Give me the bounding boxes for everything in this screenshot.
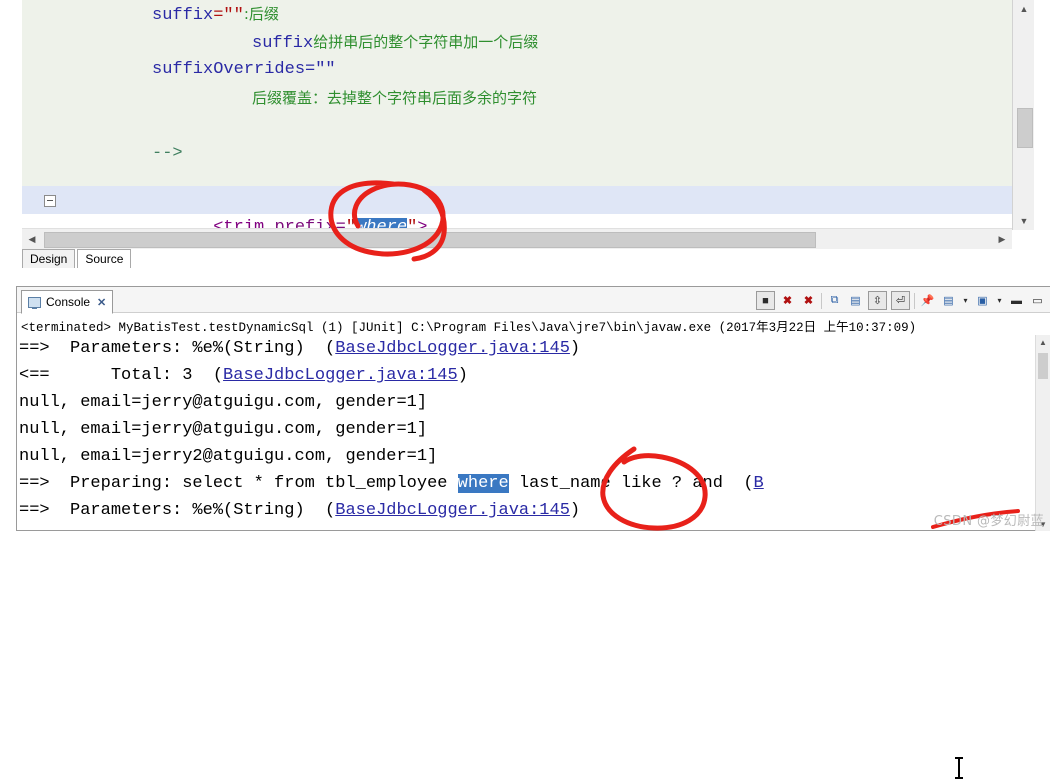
console-line: null, email=jerry2@atguigu.com, gender=1…	[19, 443, 1037, 470]
code-token: -->	[152, 144, 183, 163]
stack-trace-link[interactable]: BaseJdbcLogger.java:145	[223, 366, 458, 385]
scroll-up-icon[interactable]: ▲	[1013, 0, 1035, 18]
pin-console-icon[interactable]: 📌	[919, 292, 936, 309]
console-output[interactable]: ==> Parameters: %e%(String) (BaseJdbcLog…	[17, 335, 1037, 531]
console-line: <== Total: 3 (BaseJdbcLogger.java:145)	[19, 362, 1037, 389]
editor-page-tabs[interactable]: Design Source	[22, 248, 133, 268]
console-text: (	[722, 474, 754, 493]
editor-right-edge	[1034, 0, 1050, 268]
code-line: -->	[22, 140, 1012, 168]
code-token: :后缀	[243, 5, 279, 23]
code-token: suffix	[252, 34, 314, 53]
code-line: suffix="":后缀	[22, 0, 1012, 28]
toolbar-separator	[821, 292, 822, 309]
eclipse-window: suffix="":后缀 suffix给拼串后的整个字符串加一个后缀 suffixO…	[0, 0, 1050, 779]
console-line: null, email=jerry@atguigu.com, gender=1]	[19, 389, 1037, 416]
code-token: suffix	[152, 6, 214, 25]
console-line: null, email=jerry@atguigu.com, gender=1]	[19, 416, 1037, 443]
tab-design[interactable]: Design	[22, 249, 76, 268]
maximize-icon[interactable]: ▭	[1029, 292, 1046, 309]
console-line: ==> Preparing: select * from tbl_employe…	[19, 470, 1037, 497]
tab-source[interactable]: Source	[77, 249, 132, 268]
scroll-left-icon[interactable]: ◀	[22, 229, 42, 249]
code-token: 后缀覆盖：去掉整个字符串后面多余的字符	[252, 89, 538, 107]
editor-vscroll-thumb[interactable]	[1017, 108, 1033, 148]
toolbar-separator-2	[914, 292, 915, 309]
editor-vertical-scrollbar[interactable]: ▲ ▼	[1012, 0, 1035, 230]
scroll-right-icon[interactable]: ▶	[992, 229, 1012, 249]
paste-icon[interactable]: ▤	[847, 292, 864, 309]
stack-trace-link[interactable]: BaseJdbcLogger.java:145	[335, 501, 570, 520]
text-caret-icon	[955, 757, 963, 779]
editor-hscroll-thumb[interactable]	[44, 232, 816, 248]
code-token: 给拼串后的整个字符串加一个后缀	[313, 33, 539, 51]
console-text: ==> Preparing: select * from tbl_employe…	[19, 474, 458, 493]
stack-trace-link[interactable]: B	[754, 474, 764, 493]
remove-all-terminated-icon[interactable]: ✖	[800, 292, 817, 309]
code-line: suffix给拼串后的整个字符串加一个后缀	[22, 28, 1012, 56]
code-line: suffixOverrides=""	[22, 56, 1012, 84]
code-token: suffixOverrides=""	[152, 60, 336, 79]
chevron-down-icon-2[interactable]: ▾	[995, 292, 1004, 309]
console-text: ==> Parameters: %e%(String) (	[19, 339, 336, 358]
word-wrap-icon[interactable]: ⏎	[891, 291, 910, 310]
console-line: ==> Parameters: %e%(String) (BaseJdbcLog…	[19, 497, 1037, 524]
console-view: Console ✕ ■ ✖ ✖ ⧉ ▤ ⇳ ⏎ 📌 ▤ ▾ ▣ ▾ ▬ ▭ <t…	[16, 286, 1050, 779]
code-token: =""	[213, 6, 244, 25]
editor-horizontal-scrollbar[interactable]: ◀ ▶	[22, 228, 1012, 249]
code-line: 后缀覆盖：去掉整个字符串后面多余的字符	[22, 84, 1012, 112]
console-text: null, email=jerry@atguigu.com, gender=1]	[19, 420, 428, 439]
console-tab[interactable]: Console ✕	[21, 290, 114, 314]
close-icon[interactable]: ✕	[97, 296, 106, 309]
console-text: )	[569, 501, 581, 520]
editor-gutter	[0, 0, 22, 230]
scroll-down-icon[interactable]: ▼	[1013, 212, 1035, 230]
console-toolbar[interactable]: ■ ✖ ✖ ⧉ ▤ ⇳ ⏎ 📌 ▤ ▾ ▣ ▾ ▬ ▭	[756, 290, 1046, 311]
open-console-icon[interactable]: ▣	[974, 292, 991, 309]
xml-editor-pane: suffix="":后缀 suffix给拼串后的整个字符串加一个后缀 suffixO…	[0, 0, 1050, 268]
console-text: ==> Parameters: %e%(String) (	[19, 501, 336, 520]
console-tab-label: Console	[46, 295, 91, 309]
console-icon	[28, 296, 41, 309]
console-status-line: <terminated> MyBatisTest.testDynamicSql …	[21, 321, 917, 335]
chevron-down-icon[interactable]: ▾	[961, 292, 970, 309]
console-text: null, email=jerry@atguigu.com, gender=1]	[19, 393, 428, 412]
copy-icon[interactable]: ⧉	[826, 292, 843, 309]
terminate-all-icon[interactable]: ■	[756, 291, 775, 310]
minimize-icon[interactable]: ▬	[1008, 292, 1025, 309]
current-line-code[interactable]: <trim prefix="where">	[22, 186, 1012, 237]
watermark: CSDN @梦幻尉蓝	[933, 514, 1044, 529]
console-text: null, email=jerry2@atguigu.com, gender=1…	[19, 447, 438, 466]
console-scroll-up-icon[interactable]: ▲	[1036, 335, 1050, 349]
selected-keyword: where	[457, 474, 509, 493]
console-text: <== Total: 3 (	[19, 366, 224, 385]
stack-trace-link[interactable]: BaseJdbcLogger.java:145	[335, 339, 570, 358]
display-selected-console-icon[interactable]: ▤	[940, 292, 957, 309]
terminate-icon[interactable]: ✖	[779, 292, 796, 309]
console-text: )	[457, 366, 468, 385]
scroll-lock-icon[interactable]: ⇳	[868, 291, 887, 310]
console-vscroll-thumb[interactable]	[1038, 353, 1048, 379]
console-text: last_name like ? and	[508, 474, 723, 493]
console-vertical-scrollbar[interactable]: ▲ ▼	[1035, 335, 1050, 531]
console-line: ==> Parameters: %e%(String) (BaseJdbcLog…	[19, 335, 1037, 362]
console-text: )	[569, 339, 581, 358]
